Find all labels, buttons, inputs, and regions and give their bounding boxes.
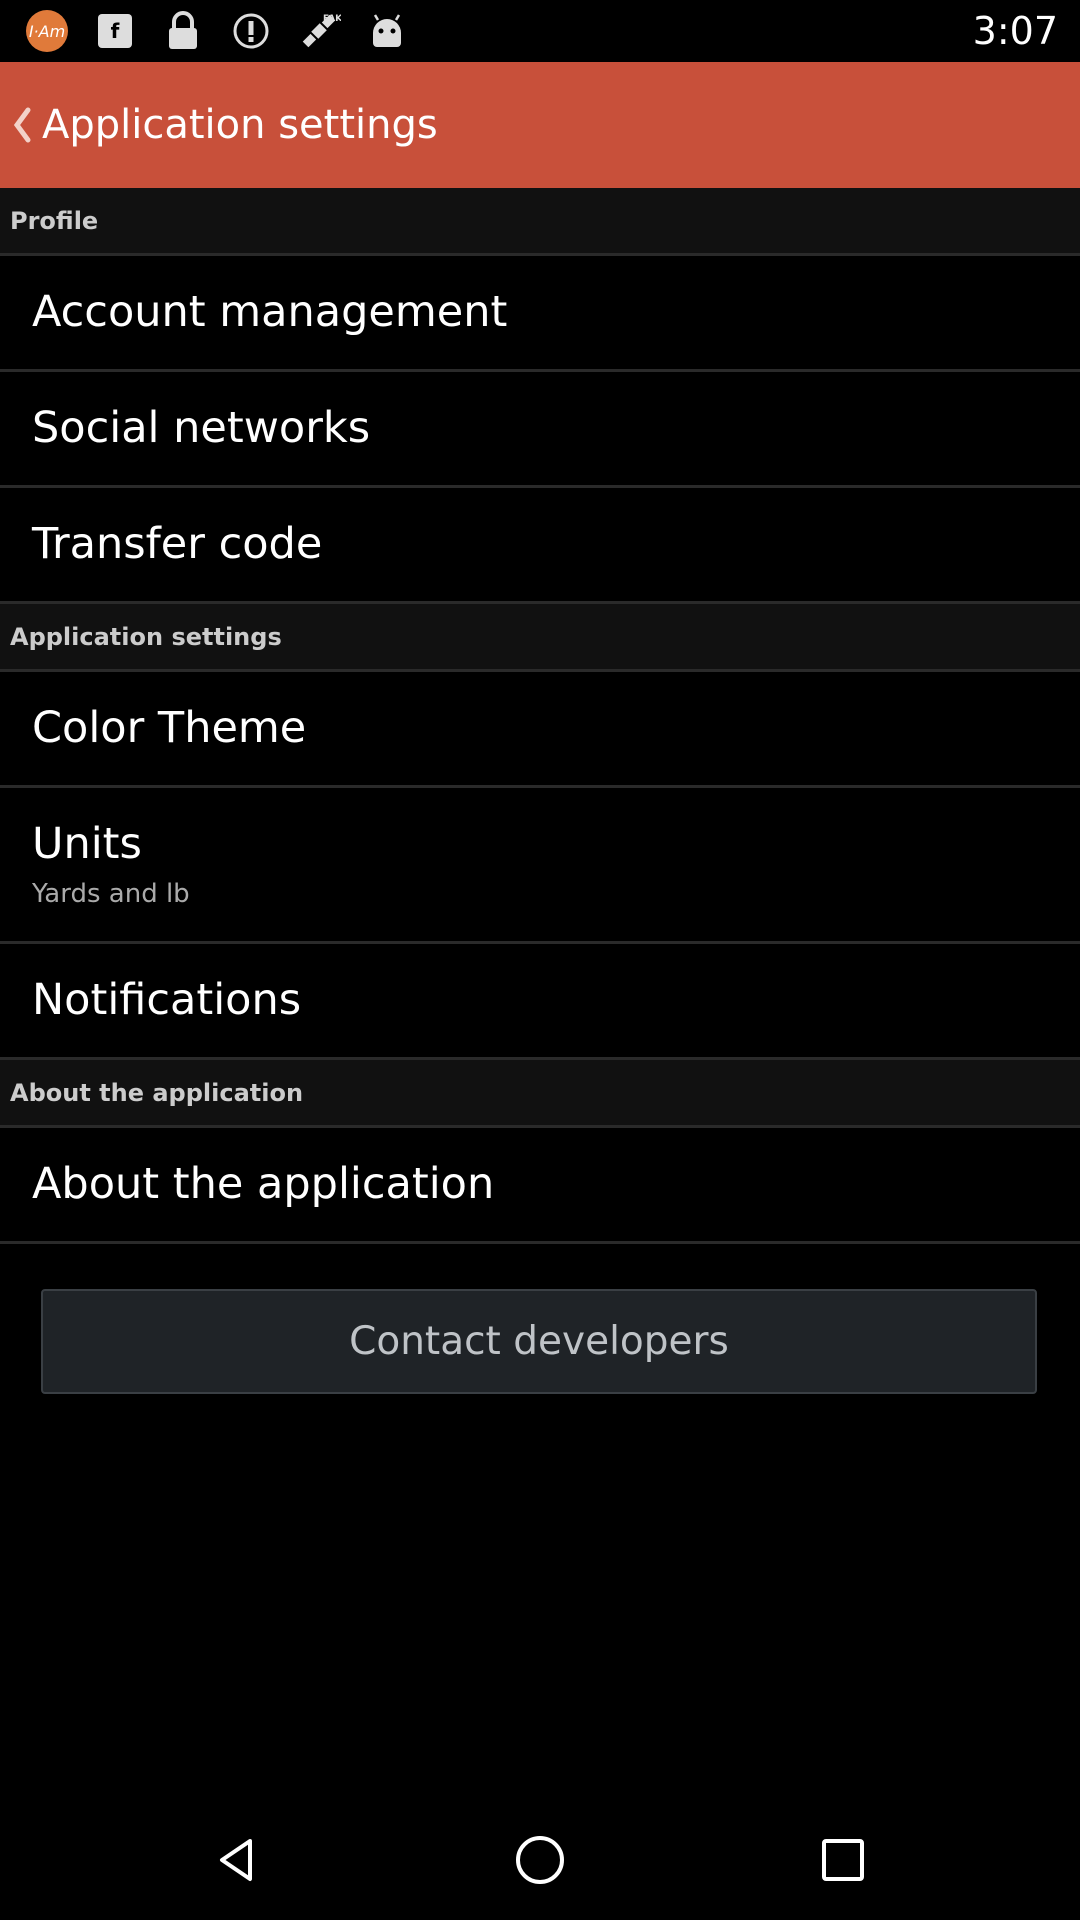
- svg-text:f: f: [111, 19, 120, 43]
- setting-value: Yards and lb: [32, 879, 190, 910]
- section-header-profile: Profile: [0, 188, 1080, 256]
- status-clock: 3:07: [972, 9, 1058, 53]
- page-title: Application settings: [42, 102, 438, 148]
- setting-transfer-code[interactable]: Transfer code: [0, 488, 1080, 604]
- back-triangle-icon: [220, 1839, 252, 1881]
- recents-nav-button[interactable]: [813, 1830, 873, 1890]
- satellite-icon: FAKE: [296, 8, 342, 54]
- lock-icon: [160, 8, 206, 54]
- status-bar: I·Am f FAKE 3:07: [0, 0, 1080, 62]
- android-icon: [364, 8, 410, 54]
- setting-label: Transfer code: [32, 518, 323, 569]
- svg-text:FAKE: FAKE: [323, 14, 341, 24]
- setting-color-theme[interactable]: Color Theme: [0, 672, 1080, 788]
- setting-label: About the application: [32, 1158, 495, 1209]
- setting-label: Social networks: [32, 402, 371, 453]
- setting-about-application[interactable]: About the application: [0, 1128, 1080, 1244]
- back-button[interactable]: [2, 62, 42, 188]
- status-icons: I·Am f FAKE: [24, 8, 410, 54]
- setting-units[interactable]: Units Yards and lb: [0, 788, 1080, 944]
- home-circle-icon: [516, 1836, 564, 1884]
- navigation-bar: [0, 1800, 1080, 1920]
- fake-gps-icon: f: [92, 8, 138, 54]
- recents-square-icon: [822, 1839, 864, 1881]
- section-header-about: About the application: [0, 1060, 1080, 1128]
- settings-list: Profile Account management Social networ…: [0, 188, 1080, 1244]
- setting-social-networks[interactable]: Social networks: [0, 372, 1080, 488]
- setting-notifications[interactable]: Notifications: [0, 944, 1080, 1060]
- i-am-app-icon: I·Am: [24, 8, 70, 54]
- back-nav-button[interactable]: [207, 1830, 267, 1890]
- app-bar: Application settings: [0, 62, 1080, 188]
- setting-label: Color Theme: [32, 702, 307, 753]
- setting-label: Notifications: [32, 974, 302, 1025]
- section-header-application-settings: Application settings: [0, 604, 1080, 672]
- chevron-left-icon: [13, 107, 31, 143]
- setting-account-management[interactable]: Account management: [0, 256, 1080, 372]
- info-icon: [228, 8, 274, 54]
- setting-label: Units: [32, 818, 142, 869]
- setting-label: Account management: [32, 286, 508, 337]
- svg-text:I·Am: I·Am: [29, 22, 65, 41]
- home-nav-button[interactable]: [510, 1830, 570, 1890]
- contact-developers-button[interactable]: Contact developers: [41, 1289, 1037, 1394]
